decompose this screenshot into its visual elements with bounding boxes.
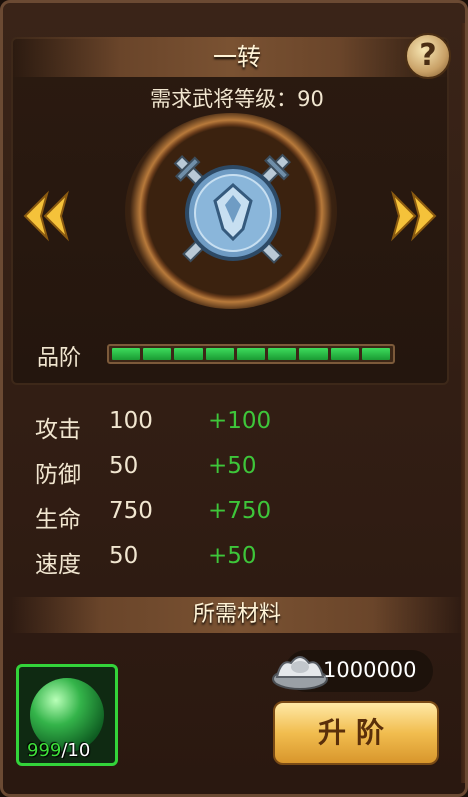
prev-arrow-icon[interactable] [17,188,73,244]
shield-crossed-swords-icon [173,153,291,264]
grade-segment [143,348,172,360]
material-need: /10 [61,740,91,761]
grade-segment [205,348,234,360]
stat-defense-label: 防御 [35,462,81,488]
grade-segment [330,348,359,360]
silver-amount: 1000000 [323,658,417,682]
stat-hp-value: 750 [109,498,153,524]
grade-segment [361,348,390,360]
stat-speed-value: 50 [109,543,139,569]
next-arrow-icon[interactable] [387,188,443,244]
help-button[interactable]: ? [405,33,451,79]
stat-defense-bonus: +50 [208,453,257,479]
panel-edge [461,23,465,783]
material-count: 999/10 [27,740,90,761]
stat-hp-label: 生命 [35,507,81,533]
stat-speed-label: 速度 [35,552,81,578]
stat-attack-bonus: +100 [208,408,272,434]
stat-defense-value: 50 [109,453,139,479]
panel-title: 一转 [213,43,261,71]
grade-segment [236,348,266,360]
materials-title: 所需材料 [192,602,281,627]
stat-attack-value: 100 [109,408,153,434]
grade-label: 品阶 [37,346,82,371]
grade-segment [299,348,328,360]
advancement-panel: 一转 ? 需求武将等级：90 品阶 攻击 100 +100 防御 50 +50 … [0,0,468,797]
stat-hp-bonus: +750 [208,498,272,524]
upgrade-button[interactable]: 升阶 [273,701,439,765]
stat-attack-label: 攻击 [35,417,81,443]
grade-segment [268,348,297,360]
grade-segment [174,348,203,360]
grade-bar [107,344,395,364]
material-have: 999 [27,740,62,761]
grade-segment [112,348,141,360]
stat-speed-bonus: +50 [208,543,257,569]
silver-ingot-icon [272,656,328,690]
level-requirement: 需求武将等级：90 [150,87,324,111]
